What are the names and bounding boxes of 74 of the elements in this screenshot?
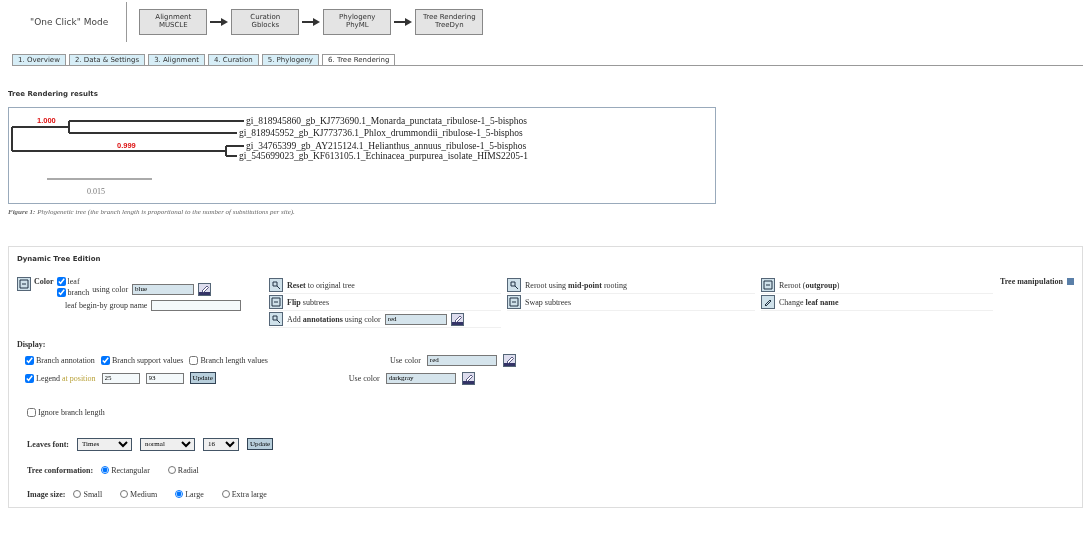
pencil-icon <box>199 283 211 295</box>
leaf-label: gi_34765399_gb_AY215124.1_Helianthus_annuus_ribulose-1_5-bisphos <box>246 141 527 151</box>
field-label: Image size: <box>27 489 66 499</box>
action-label: Reset to original tree <box>287 280 355 290</box>
leaf-label: gi_818945952_gb_KJ773736.1_Phlox_drummondii_ribulose-1_5-bisphos <box>239 128 523 138</box>
checkbox[interactable] <box>25 373 34 383</box>
checkbox-label: branch <box>67 288 90 297</box>
checkbox-label: Legend <box>36 373 60 383</box>
checkbox-label: leaf <box>67 277 80 286</box>
mode-title: "One Click" Mode <box>8 2 128 42</box>
action-label: Reroot using mid-point rooting <box>525 280 627 290</box>
color-picker-button[interactable] <box>502 353 516 367</box>
checkbox[interactable] <box>27 407 36 417</box>
action-button[interactable] <box>507 295 521 309</box>
pencil-icon <box>462 372 474 384</box>
scale-value: 0.015 <box>87 187 105 196</box>
checkbox[interactable] <box>189 355 199 365</box>
radio-label: Large <box>185 489 204 499</box>
pencil-icon <box>451 313 463 325</box>
radio-label: Extra large <box>231 489 267 499</box>
field-label: Use color <box>348 373 380 383</box>
help-label: Tree manipulation <box>999 277 1063 286</box>
radio-label: Small <box>83 489 103 499</box>
pencil-icon <box>503 354 515 366</box>
radio-button[interactable] <box>221 490 230 498</box>
leaf-label: gi_545699023_gb_KF613105.1_Echinacea_purpurea_isolate_HIMS2205-1 <box>239 151 528 161</box>
magnifier-icon <box>509 280 519 290</box>
color-picker-button[interactable] <box>450 312 464 326</box>
checkbox-label: Branch length values <box>200 355 268 365</box>
position-label: at position <box>62 373 96 383</box>
field-label: using color <box>92 284 129 294</box>
magnifier-icon <box>271 280 281 290</box>
color-picker-button[interactable] <box>198 282 212 296</box>
field-label: leaf begin-by group name <box>65 300 148 310</box>
checkbox[interactable] <box>56 277 66 286</box>
arrow-icon <box>210 18 229 26</box>
checkbox[interactable] <box>100 355 110 365</box>
action-label: Swap subtrees <box>525 297 571 307</box>
color-picker-button[interactable] <box>461 371 475 385</box>
radio-button[interactable] <box>167 466 176 474</box>
color-button[interactable] <box>17 277 31 291</box>
radio-button[interactable] <box>175 490 184 498</box>
action-button[interactable] <box>761 278 775 292</box>
action-label: Flip subtrees <box>287 297 329 307</box>
checkbox[interactable] <box>25 355 34 365</box>
action-label: Add annotations using color <box>287 314 381 324</box>
leaf-label: gi_818945860_gb_KJ773690.1_Monarda_punctata_ribulose-1_5-bisphos <box>246 116 527 126</box>
display-label: Display: <box>17 340 47 349</box>
action-button[interactable] <box>507 278 521 292</box>
field-label: Use color <box>389 355 421 365</box>
group-name-field[interactable] <box>151 299 242 311</box>
pencil-icon <box>763 297 773 307</box>
checkbox-label: Branch support values <box>111 355 184 365</box>
action-label: Change leaf name <box>779 297 839 307</box>
radio-button[interactable] <box>73 490 82 498</box>
checkbox[interactable] <box>56 288 66 297</box>
checkbox-label: Branch annotation <box>36 355 95 365</box>
radio-label: Radial <box>177 465 199 475</box>
action-button[interactable] <box>269 295 283 309</box>
action-button[interactable] <box>761 295 775 309</box>
color-label: Color <box>34 277 54 286</box>
radio-label: Rectangular <box>111 465 150 475</box>
field-label: Tree conformation: <box>27 465 94 475</box>
action-button[interactable] <box>269 312 283 326</box>
checkbox-label: Ignore branch length <box>38 407 105 417</box>
arrow-icon <box>394 18 413 26</box>
action-label: Reroot (outgroup) <box>779 280 840 290</box>
radio-button[interactable] <box>101 466 110 474</box>
radio-button[interactable] <box>120 490 129 498</box>
radio-label: Medium <box>130 489 158 499</box>
field-label: Leaves font: <box>27 439 69 449</box>
arrow-icon <box>302 18 321 26</box>
action-button[interactable] <box>269 278 283 292</box>
magnifier-icon <box>271 314 281 324</box>
